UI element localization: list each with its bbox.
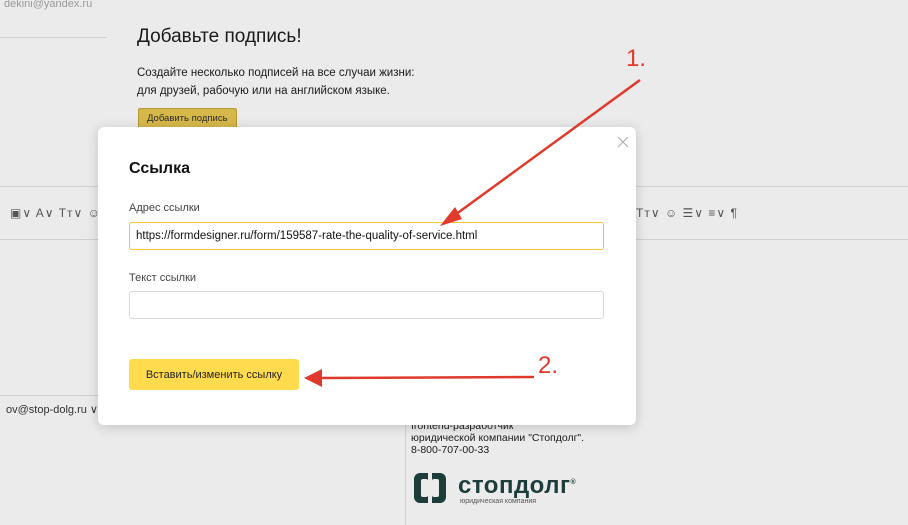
link-dialog: Ссылка Адрес ссылки Текст ссылки Вставит… (98, 127, 636, 425)
link-text-label: Текст ссылки (129, 272, 197, 284)
signature-line: 8-800-707-00-33 (411, 444, 490, 456)
divider (0, 37, 107, 38)
dialog-title: Ссылка (129, 160, 190, 177)
promo-desc-line: для друзей, рабочую или на английском яз… (137, 85, 390, 97)
link-text-input[interactable] (129, 291, 604, 319)
logo-subtitle: юридическая компания (460, 498, 537, 505)
annotation-label-1: 1. (626, 45, 647, 72)
url-label: Адрес ссылки (129, 202, 200, 214)
logo-name: стопдолг® (458, 472, 577, 499)
close-icon[interactable] (616, 135, 630, 149)
signature-line: юридической компании "Стопдолг". (411, 432, 585, 444)
annotation-label-2: 2. (538, 352, 559, 379)
promo-description: Создайте несколько подписей на все случа… (137, 64, 457, 100)
logo-mark-icon (414, 473, 446, 503)
url-input[interactable] (129, 222, 604, 250)
promo-title: Добавьте подпись! (137, 26, 302, 47)
logo-text: стопдолг® юридическая компания (458, 471, 577, 506)
insert-link-button[interactable]: Вставить/изменить ссылку (129, 359, 299, 390)
signature-text: frontend-разработчик юридической компани… (411, 420, 584, 456)
toolbar-format-icons-left[interactable]: ▣∨ A∨ Tт∨ ☺ (10, 206, 101, 220)
promo-desc-line: Создайте несколько подписей на все случа… (137, 67, 415, 79)
bottom-left-area (0, 427, 405, 525)
from-email-select[interactable]: ov@stop-dolg.ru ∨ (6, 403, 98, 416)
toolbar-format-icons-right[interactable]: Tт∨ ☺ ☰∨ ≡∨ ¶ (636, 206, 738, 220)
company-logo: стопдолг® юридическая компания (412, 470, 576, 506)
account-email: dekini@yandex.ru (4, 0, 93, 10)
